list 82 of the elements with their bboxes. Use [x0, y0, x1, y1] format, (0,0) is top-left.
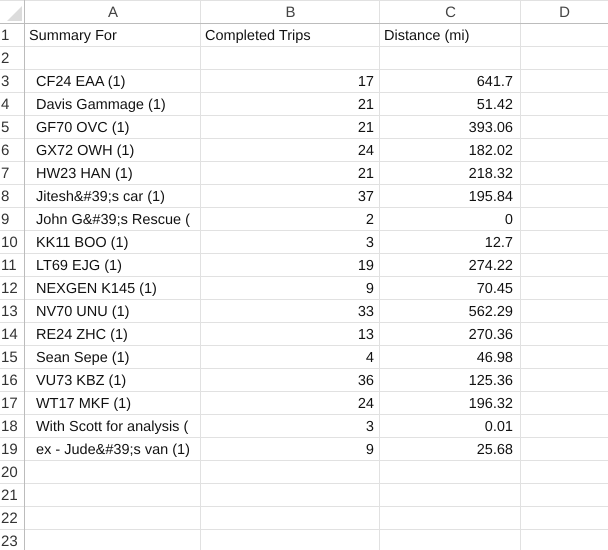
table-cell: 4: [366, 350, 374, 366]
row-header[interactable]: 2: [1, 50, 10, 67]
table-cell: 274.22: [468, 258, 513, 274]
table-cell: 37: [358, 188, 374, 204]
table-cell: 182.02: [468, 142, 513, 158]
row-header[interactable]: 18: [1, 418, 18, 435]
row-header[interactable]: 6: [1, 142, 10, 159]
table-cell: 270.36: [468, 326, 513, 342]
table-cell: 70.45: [476, 280, 513, 296]
table-cell: 125.36: [468, 372, 513, 388]
column-header[interactable]: A: [108, 4, 118, 20]
table-cell: 24: [358, 396, 374, 412]
row-header[interactable]: 11: [1, 257, 17, 274]
row-header[interactable]: 16: [1, 372, 18, 389]
table-cell: GF70 OVC (1): [36, 120, 130, 136]
row-header[interactable]: 17: [1, 395, 18, 412]
table-cell: 21: [358, 166, 374, 182]
table-cell: 218.32: [468, 166, 513, 182]
table-cell: LT69 EJG (1): [36, 258, 122, 274]
table-cell: 19: [358, 258, 374, 274]
row-header[interactable]: 9: [1, 211, 10, 228]
table-cell: 393.06: [468, 120, 513, 136]
table-cell: 3: [366, 234, 374, 250]
table-cell: John G&#39;s Rescue (: [36, 212, 190, 228]
column-title: Distance (mi): [384, 28, 470, 44]
row-header[interactable]: 23: [1, 533, 18, 550]
row-header[interactable]: 1: [1, 27, 10, 44]
table-cell: VU73 KBZ (1): [36, 372, 126, 388]
table-cell: CF24 EAA (1): [36, 74, 126, 90]
table-cell: 9: [366, 280, 374, 296]
column-title: Summary For: [29, 28, 117, 44]
row-header[interactable]: 7: [1, 165, 10, 182]
column-title: Completed Trips: [205, 28, 311, 44]
row-header[interactable]: 15: [1, 349, 18, 366]
table-cell: KK11 BOO (1): [36, 234, 128, 250]
table-cell: 25.68: [476, 442, 513, 458]
row-header[interactable]: 19: [1, 441, 18, 458]
table-cell: 17: [358, 74, 374, 90]
table-cell: 196.32: [468, 396, 513, 412]
table-cell: With Scott for analysis (: [36, 418, 188, 434]
table-cell: Sean Sepe (1): [36, 350, 130, 366]
row-header[interactable]: 14: [1, 326, 18, 343]
table-cell: WT17 MKF (1): [36, 396, 132, 412]
row-header[interactable]: 5: [1, 119, 10, 136]
column-header[interactable]: B: [285, 4, 296, 20]
table-cell: 9: [366, 442, 374, 458]
table-cell: 3: [366, 418, 374, 434]
table-cell: 0.01: [484, 418, 513, 434]
table-cell: 0: [504, 212, 513, 228]
table-cell: 12.7: [484, 234, 513, 250]
table-cell: HW23 HAN (1): [36, 166, 133, 182]
row-header[interactable]: 4: [1, 96, 10, 113]
row-header[interactable]: 10: [1, 234, 18, 251]
select-all-button[interactable]: [7, 6, 22, 21]
table-cell: 21: [358, 120, 374, 136]
column-header[interactable]: C: [445, 4, 456, 20]
row-header[interactable]: 3: [1, 73, 10, 90]
table-cell: 13: [358, 326, 374, 342]
table-cell: RE24 ZHC (1): [36, 326, 128, 342]
table-cell: 46.98: [476, 350, 513, 366]
table-cell: ex - Jude&#39;s van (1): [36, 442, 190, 458]
table-cell: 51.42: [476, 96, 513, 112]
table-cell: NEXGEN K145 (1): [36, 280, 157, 296]
row-header[interactable]: 13: [1, 303, 18, 320]
table-cell: 33: [358, 304, 374, 320]
table-cell: 195.84: [468, 188, 513, 204]
table-cell: 641.7: [476, 74, 513, 90]
row-header[interactable]: 22: [1, 510, 18, 527]
row-header[interactable]: 12: [1, 280, 18, 297]
table-cell: 24: [358, 142, 374, 158]
row-header[interactable]: 8: [1, 188, 10, 205]
table-cell: 21: [358, 96, 374, 112]
row-header[interactable]: 21: [1, 487, 18, 504]
table-cell: NV70 UNU (1): [36, 304, 130, 320]
table-cell: GX72 OWH (1): [36, 142, 134, 158]
row-header[interactable]: 20: [1, 464, 18, 481]
table-cell: 562.29: [468, 304, 513, 320]
column-header[interactable]: D: [559, 4, 570, 20]
table-cell: 36: [358, 372, 374, 388]
table-cell: Davis Gammage (1): [36, 96, 166, 112]
table-cell: Jitesh&#39;s car (1): [36, 188, 165, 204]
table-cell: 2: [366, 212, 374, 228]
